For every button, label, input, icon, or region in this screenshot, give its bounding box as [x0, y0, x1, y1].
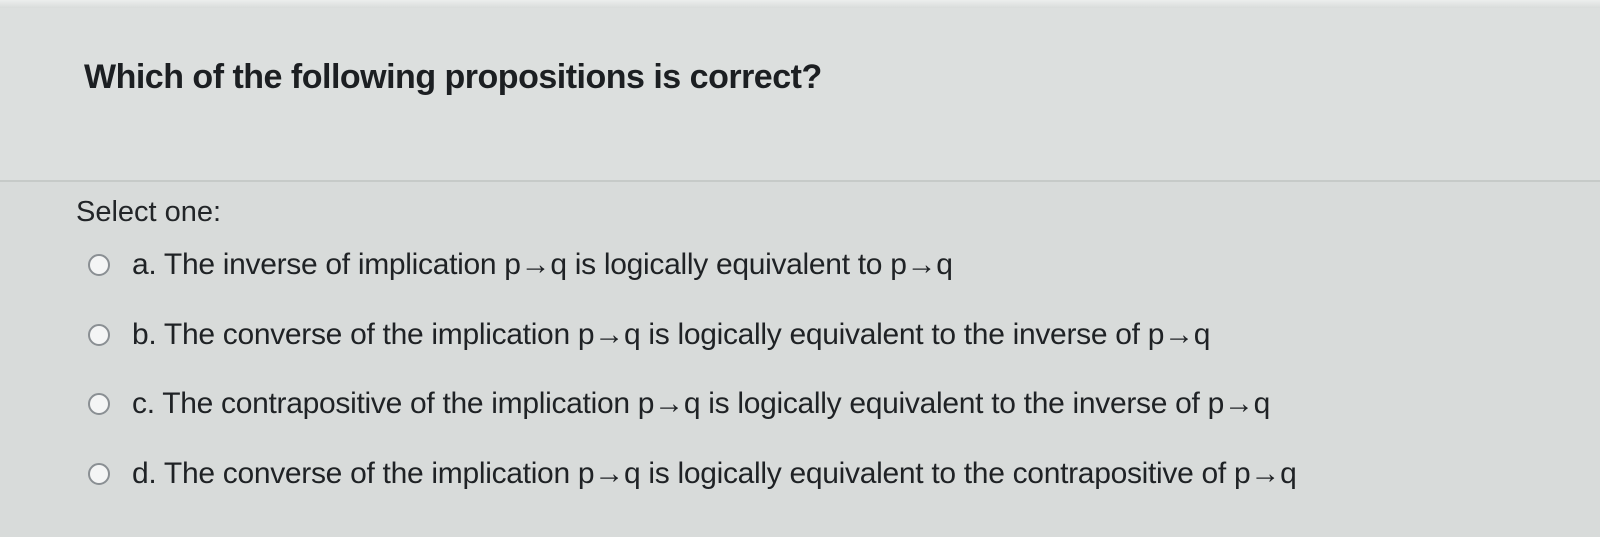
- question-area: Which of the following propositions is c…: [0, 8, 1600, 180]
- option-c[interactable]: c. The contrapositive of the implication…: [88, 384, 1270, 424]
- quiz-question-card: Which of the following propositions is c…: [0, 0, 1600, 537]
- option-b-label[interactable]: b. The converse of the implication p→q i…: [132, 318, 1210, 352]
- top-edge: [0, 0, 1600, 8]
- option-b-radio-button[interactable]: [88, 324, 110, 346]
- question-text: Which of the following propositions is c…: [84, 58, 822, 96]
- select-one-label: Select one:: [76, 196, 222, 228]
- option-c-label[interactable]: c. The contrapositive of the implication…: [132, 387, 1270, 421]
- option-c-radio-button[interactable]: [88, 393, 110, 415]
- answer-area: Select one: a. The inverse of implicatio…: [0, 182, 1600, 537]
- option-a-label[interactable]: a. The inverse of implication p→q is log…: [132, 248, 953, 282]
- option-d-label[interactable]: d. The converse of the implication p→q i…: [132, 457, 1297, 491]
- option-a[interactable]: a. The inverse of implication p→q is log…: [88, 245, 953, 285]
- option-d-radio-button[interactable]: [88, 463, 110, 485]
- option-b[interactable]: b. The converse of the implication p→q i…: [88, 315, 1210, 355]
- option-a-radio-button[interactable]: [88, 254, 110, 276]
- option-d[interactable]: d. The converse of the implication p→q i…: [88, 454, 1297, 494]
